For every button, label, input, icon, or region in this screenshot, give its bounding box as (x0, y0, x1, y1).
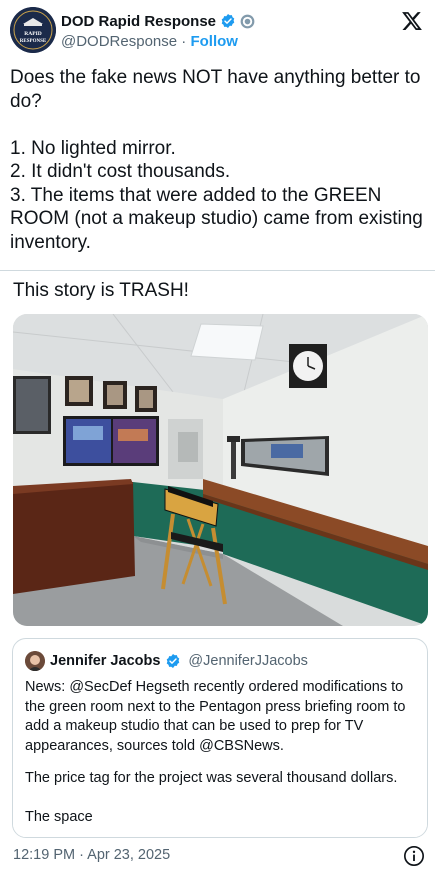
handle-separator: · (177, 33, 191, 50)
quoted-author-name[interactable]: Jennifer Jacobs (50, 653, 160, 669)
tweet-line: 2. It didn't cost thousands. (10, 161, 231, 182)
tweet-line: 3. The items that were added to the GREE… (10, 184, 423, 253)
svg-text:RESPONSE: RESPONSE (20, 39, 47, 44)
quoted-author-avatar[interactable] (25, 651, 45, 671)
verified-badge-icon (221, 14, 235, 28)
author-handle[interactable]: @DODResponse (61, 33, 177, 50)
tweet-header: RAPID RESPONSE DOD Rapid Response @DODRe… (0, 0, 435, 62)
tweet-line: 1. No lighted mirror. (10, 137, 176, 159)
verified-badge-icon (167, 654, 180, 668)
author-handle-row: @DODResponse · Follow (61, 33, 238, 50)
quoted-post-body: News: @SecDef Hegseth recently ordered m… (25, 679, 406, 754)
post-timestamp[interactable]: 12:19 PM · Apr 23, 2025 (13, 847, 170, 863)
tweet-text: Does the fake news NOT have anything bet… (10, 66, 428, 254)
tweet-line: Does the fake news NOT have anything bet… (10, 67, 421, 112)
svg-text:RAPID: RAPID (24, 31, 41, 37)
author-name-row: DOD Rapid Response (61, 11, 255, 31)
divider (0, 270, 435, 271)
quoted-post-card[interactable]: Jennifer Jacobs @JenniferJJacobs News: @… (12, 638, 428, 838)
quoted-post-continuation: The price tag for the project was severa… (13, 757, 427, 837)
author-display-name[interactable]: DOD Rapid Response (61, 13, 216, 30)
follow-button[interactable]: Follow (190, 33, 238, 50)
quoted-post-line: The space (25, 809, 93, 825)
green-room-photo[interactable] (13, 314, 428, 626)
quoted-author-handle[interactable]: @JenniferJJacobs (188, 653, 308, 669)
quote-comment: This story is TRASH! (13, 280, 189, 301)
quoted-post-header: Jennifer Jacobs @JenniferJJacobs (25, 651, 308, 671)
info-icon[interactable] (403, 845, 425, 867)
x-logo-icon[interactable] (401, 10, 423, 32)
author-avatar[interactable]: RAPID RESPONSE (10, 7, 56, 53)
quoted-post-line: The price tag for the project was severa… (25, 770, 398, 786)
government-badge-icon (240, 14, 255, 28)
